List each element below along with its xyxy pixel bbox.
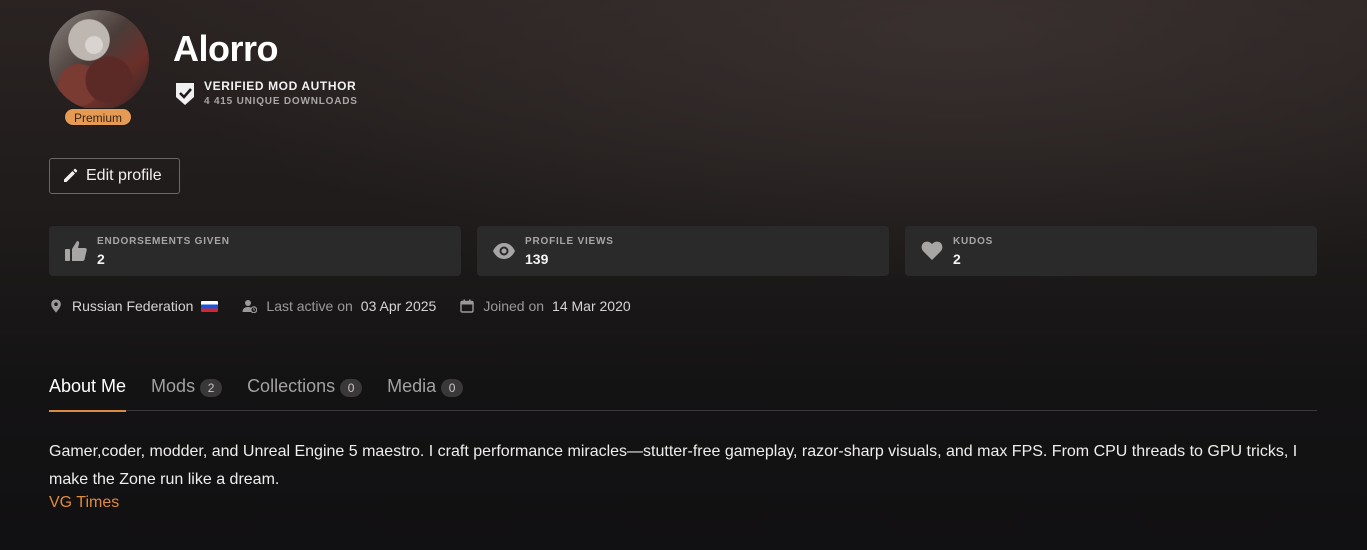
location-pin-icon: [51, 299, 61, 313]
last-active-label: Last active on: [266, 298, 353, 314]
stat-value: 2: [953, 251, 961, 267]
tab-label: Collections: [247, 376, 336, 396]
vg-times-link[interactable]: VG Times: [49, 494, 119, 512]
joined-label: Joined on: [483, 298, 545, 314]
stat-label: KUDOS: [953, 236, 994, 247]
eye-icon: [493, 243, 515, 259]
thumbs-up-icon: [65, 241, 87, 261]
stat-label: ENDORSEMENTS GIVEN: [97, 236, 230, 247]
stat-profile-views: PROFILE VIEWS 139: [477, 226, 889, 276]
tab-mods[interactable]: Mods 2: [151, 376, 223, 411]
tab-label: About Me: [49, 376, 127, 396]
edit-profile-button[interactable]: Edit profile: [49, 158, 180, 194]
stat-endorsements: ENDORSEMENTS GIVEN 2: [49, 226, 461, 276]
meta-country: Russian Federation: [49, 298, 219, 314]
profile-page: Premium Alorro VERIFIED MOD AUTHOR 4 415…: [49, 10, 1317, 511]
stat-kudos: KUDOS 2: [905, 226, 1317, 276]
profile-header: Premium Alorro VERIFIED MOD AUTHOR 4 415…: [49, 10, 1317, 128]
tab-count-badge: 0: [340, 379, 363, 397]
tab-count-badge: 0: [441, 379, 464, 397]
verified-shield-icon: [176, 83, 194, 105]
edit-profile-label: Edit profile: [86, 167, 162, 184]
meta-last-active: Last active on 03 Apr 2025: [242, 298, 436, 314]
user-clock-icon: [242, 300, 258, 313]
unique-downloads-label: 4 415 UNIQUE DOWNLOADS: [204, 96, 358, 107]
last-active-date: 03 Apr 2025: [360, 298, 437, 314]
tab-about-me[interactable]: About Me: [49, 376, 127, 412]
heart-icon: [921, 241, 943, 260]
tab-collections[interactable]: Collections 0: [247, 376, 363, 411]
meta-joined: Joined on 14 Mar 2020: [460, 298, 631, 314]
tab-count-badge: 2: [200, 379, 223, 397]
stat-value: 2: [97, 251, 105, 267]
tab-media[interactable]: Media 0: [387, 376, 464, 411]
tab-label: Mods: [151, 376, 196, 396]
premium-badge: Premium: [64, 108, 133, 126]
avatar[interactable]: [49, 10, 149, 110]
verified-mod-author-label: VERIFIED MOD AUTHOR: [204, 79, 357, 93]
stat-value: 139: [525, 251, 549, 267]
profile-meta: Russian Federation Last active on 03 Apr…: [49, 298, 655, 314]
stat-label: PROFILE VIEWS: [525, 236, 614, 247]
profile-tabs: About Me Mods 2 Collections 0 Media 0: [49, 376, 1317, 412]
tab-label: Media: [387, 376, 437, 396]
russia-flag-icon: [201, 300, 219, 312]
profile-name: Alorro: [173, 28, 279, 69]
joined-date: 14 Mar 2020: [552, 298, 631, 314]
pencil-icon: [64, 168, 78, 182]
about-text: Gamer,coder, modder, and Unreal Engine 5…: [49, 443, 1298, 488]
stats-row: ENDORSEMENTS GIVEN 2 PROFILE VIEWS 139 K…: [49, 226, 1317, 276]
country-name: Russian Federation: [72, 298, 194, 314]
calendar-icon: [460, 299, 475, 313]
